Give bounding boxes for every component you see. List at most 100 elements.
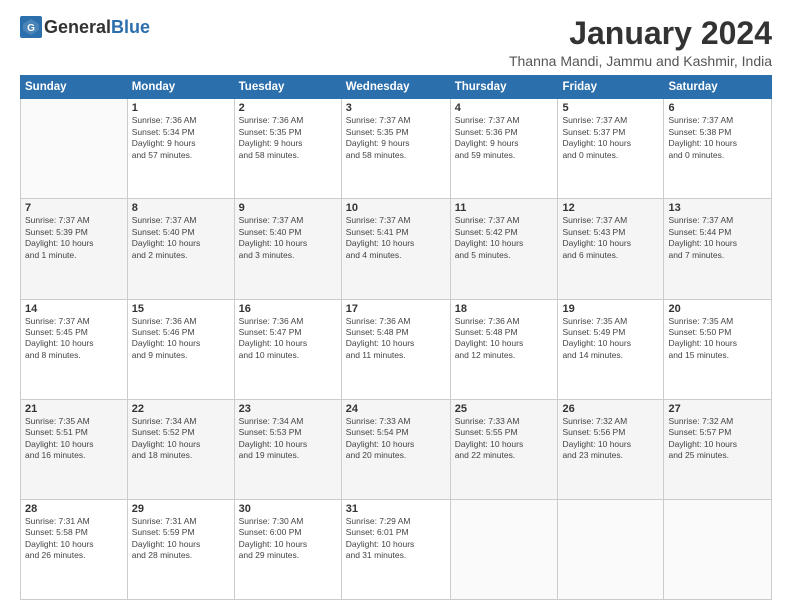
- day-info: Sunrise: 7:35 AM Sunset: 5:50 PM Dayligh…: [668, 316, 767, 362]
- day-number: 22: [132, 403, 230, 415]
- calendar-cell: [558, 499, 664, 599]
- calendar-cell: 24Sunrise: 7:33 AM Sunset: 5:54 PM Dayli…: [341, 399, 450, 499]
- calendar-cell: 10Sunrise: 7:37 AM Sunset: 5:41 PM Dayli…: [341, 199, 450, 299]
- day-info: Sunrise: 7:36 AM Sunset: 5:47 PM Dayligh…: [239, 316, 337, 362]
- day-number: 16: [239, 303, 337, 315]
- day-info: Sunrise: 7:37 AM Sunset: 5:38 PM Dayligh…: [668, 115, 767, 161]
- calendar-cell: 11Sunrise: 7:37 AM Sunset: 5:42 PM Dayli…: [450, 199, 558, 299]
- day-number: 20: [668, 303, 767, 315]
- week-row-2: 14Sunrise: 7:37 AM Sunset: 5:45 PM Dayli…: [21, 299, 772, 399]
- calendar-cell: 27Sunrise: 7:32 AM Sunset: 5:57 PM Dayli…: [664, 399, 772, 499]
- day-number: 12: [562, 202, 659, 214]
- day-info: Sunrise: 7:32 AM Sunset: 5:56 PM Dayligh…: [562, 416, 659, 462]
- calendar-cell: 22Sunrise: 7:34 AM Sunset: 5:52 PM Dayli…: [127, 399, 234, 499]
- day-number: 2: [239, 102, 337, 114]
- day-info: Sunrise: 7:33 AM Sunset: 5:55 PM Dayligh…: [455, 416, 554, 462]
- day-info: Sunrise: 7:29 AM Sunset: 6:01 PM Dayligh…: [346, 516, 446, 562]
- day-number: 28: [25, 503, 123, 515]
- week-row-0: 1Sunrise: 7:36 AM Sunset: 5:34 PM Daylig…: [21, 99, 772, 199]
- day-number: 8: [132, 202, 230, 214]
- day-number: 27: [668, 403, 767, 415]
- day-number: 1: [132, 102, 230, 114]
- calendar-cell: 15Sunrise: 7:36 AM Sunset: 5:46 PM Dayli…: [127, 299, 234, 399]
- calendar-cell: 5Sunrise: 7:37 AM Sunset: 5:37 PM Daylig…: [558, 99, 664, 199]
- calendar-cell: [664, 499, 772, 599]
- day-number: 10: [346, 202, 446, 214]
- calendar-cell: 28Sunrise: 7:31 AM Sunset: 5:58 PM Dayli…: [21, 499, 128, 599]
- logo-icon: G: [20, 16, 42, 38]
- calendar-cell: 26Sunrise: 7:32 AM Sunset: 5:56 PM Dayli…: [558, 399, 664, 499]
- day-number: 24: [346, 403, 446, 415]
- day-number: 15: [132, 303, 230, 315]
- day-number: 6: [668, 102, 767, 114]
- header-wednesday: Wednesday: [341, 76, 450, 99]
- calendar-cell: 13Sunrise: 7:37 AM Sunset: 5:44 PM Dayli…: [664, 199, 772, 299]
- day-info: Sunrise: 7:37 AM Sunset: 5:39 PM Dayligh…: [25, 215, 123, 261]
- day-info: Sunrise: 7:36 AM Sunset: 5:35 PM Dayligh…: [239, 115, 337, 161]
- day-info: Sunrise: 7:32 AM Sunset: 5:57 PM Dayligh…: [668, 416, 767, 462]
- calendar-cell: 19Sunrise: 7:35 AM Sunset: 5:49 PM Dayli…: [558, 299, 664, 399]
- day-number: 18: [455, 303, 554, 315]
- day-number: 4: [455, 102, 554, 114]
- calendar-cell: 1Sunrise: 7:36 AM Sunset: 5:34 PM Daylig…: [127, 99, 234, 199]
- day-info: Sunrise: 7:37 AM Sunset: 5:44 PM Dayligh…: [668, 215, 767, 261]
- header-monday: Monday: [127, 76, 234, 99]
- location-title: Thanna Mandi, Jammu and Kashmir, India: [509, 53, 772, 69]
- day-info: Sunrise: 7:36 AM Sunset: 5:34 PM Dayligh…: [132, 115, 230, 161]
- header-tuesday: Tuesday: [234, 76, 341, 99]
- month-title: January 2024: [509, 16, 772, 51]
- calendar-cell: 21Sunrise: 7:35 AM Sunset: 5:51 PM Dayli…: [21, 399, 128, 499]
- day-number: 23: [239, 403, 337, 415]
- calendar-cell: 7Sunrise: 7:37 AM Sunset: 5:39 PM Daylig…: [21, 199, 128, 299]
- calendar-cell: 4Sunrise: 7:37 AM Sunset: 5:36 PM Daylig…: [450, 99, 558, 199]
- calendar-cell: 6Sunrise: 7:37 AM Sunset: 5:38 PM Daylig…: [664, 99, 772, 199]
- day-info: Sunrise: 7:37 AM Sunset: 5:43 PM Dayligh…: [562, 215, 659, 261]
- day-info: Sunrise: 7:30 AM Sunset: 6:00 PM Dayligh…: [239, 516, 337, 562]
- calendar-cell: 8Sunrise: 7:37 AM Sunset: 5:40 PM Daylig…: [127, 199, 234, 299]
- logo-general: General: [44, 17, 111, 38]
- day-info: Sunrise: 7:31 AM Sunset: 5:59 PM Dayligh…: [132, 516, 230, 562]
- day-info: Sunrise: 7:34 AM Sunset: 5:53 PM Dayligh…: [239, 416, 337, 462]
- day-number: 26: [562, 403, 659, 415]
- day-info: Sunrise: 7:36 AM Sunset: 5:48 PM Dayligh…: [455, 316, 554, 362]
- day-number: 30: [239, 503, 337, 515]
- calendar-cell: 2Sunrise: 7:36 AM Sunset: 5:35 PM Daylig…: [234, 99, 341, 199]
- day-info: Sunrise: 7:35 AM Sunset: 5:49 PM Dayligh…: [562, 316, 659, 362]
- day-info: Sunrise: 7:37 AM Sunset: 5:45 PM Dayligh…: [25, 316, 123, 362]
- header-thursday: Thursday: [450, 76, 558, 99]
- calendar-cell: [21, 99, 128, 199]
- day-number: 5: [562, 102, 659, 114]
- day-info: Sunrise: 7:37 AM Sunset: 5:40 PM Dayligh…: [132, 215, 230, 261]
- day-number: 19: [562, 303, 659, 315]
- page: G General Blue January 2024 Thanna Mandi…: [0, 0, 792, 612]
- day-info: Sunrise: 7:34 AM Sunset: 5:52 PM Dayligh…: [132, 416, 230, 462]
- day-number: 11: [455, 202, 554, 214]
- day-number: 29: [132, 503, 230, 515]
- header-sunday: Sunday: [21, 76, 128, 99]
- calendar-cell: 30Sunrise: 7:30 AM Sunset: 6:00 PM Dayli…: [234, 499, 341, 599]
- day-info: Sunrise: 7:36 AM Sunset: 5:48 PM Dayligh…: [346, 316, 446, 362]
- day-info: Sunrise: 7:37 AM Sunset: 5:40 PM Dayligh…: [239, 215, 337, 261]
- header-saturday: Saturday: [664, 76, 772, 99]
- calendar-cell: 31Sunrise: 7:29 AM Sunset: 6:01 PM Dayli…: [341, 499, 450, 599]
- day-info: Sunrise: 7:37 AM Sunset: 5:35 PM Dayligh…: [346, 115, 446, 161]
- calendar-cell: 23Sunrise: 7:34 AM Sunset: 5:53 PM Dayli…: [234, 399, 341, 499]
- day-info: Sunrise: 7:36 AM Sunset: 5:46 PM Dayligh…: [132, 316, 230, 362]
- week-row-4: 28Sunrise: 7:31 AM Sunset: 5:58 PM Dayli…: [21, 499, 772, 599]
- calendar-cell: 25Sunrise: 7:33 AM Sunset: 5:55 PM Dayli…: [450, 399, 558, 499]
- day-info: Sunrise: 7:37 AM Sunset: 5:42 PM Dayligh…: [455, 215, 554, 261]
- logo-blue: Blue: [111, 17, 150, 38]
- header-friday: Friday: [558, 76, 664, 99]
- day-number: 17: [346, 303, 446, 315]
- calendar-cell: 17Sunrise: 7:36 AM Sunset: 5:48 PM Dayli…: [341, 299, 450, 399]
- svg-text:G: G: [27, 23, 35, 34]
- logo: G General Blue: [20, 16, 150, 38]
- calendar-cell: 18Sunrise: 7:36 AM Sunset: 5:48 PM Dayli…: [450, 299, 558, 399]
- calendar-cell: [450, 499, 558, 599]
- day-info: Sunrise: 7:31 AM Sunset: 5:58 PM Dayligh…: [25, 516, 123, 562]
- calendar-cell: 29Sunrise: 7:31 AM Sunset: 5:59 PM Dayli…: [127, 499, 234, 599]
- calendar-cell: 9Sunrise: 7:37 AM Sunset: 5:40 PM Daylig…: [234, 199, 341, 299]
- calendar-cell: 14Sunrise: 7:37 AM Sunset: 5:45 PM Dayli…: [21, 299, 128, 399]
- day-number: 14: [25, 303, 123, 315]
- day-number: 31: [346, 503, 446, 515]
